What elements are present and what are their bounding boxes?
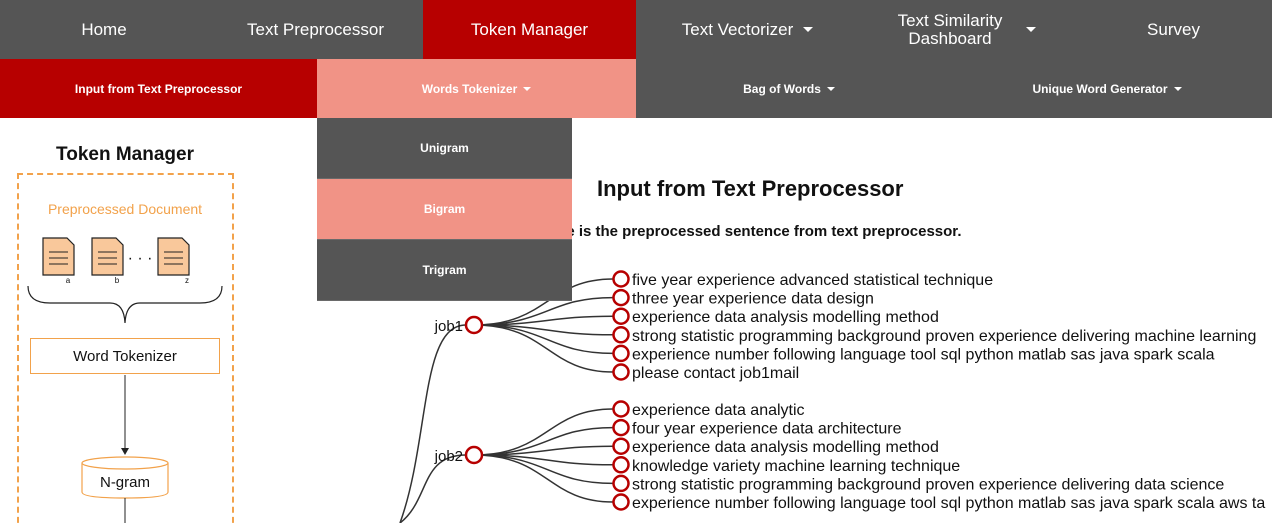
tree-leaf-node[interactable] [612,307,630,325]
tree-group-label: job1 [434,318,463,335]
tree-group-label: job2 [434,448,463,465]
tree-leaf-node[interactable] [612,344,630,363]
dropdown-item-bigram[interactable]: Bigram [317,179,572,240]
tree-leaf-node[interactable] [612,363,630,381]
tree-leaf-label: three year experience data design [632,291,874,308]
tree-leaf-node[interactable] [612,493,630,511]
tree-leaf-node[interactable] [612,456,630,474]
tree-root-link [399,324,467,523]
tree-leaf-label: strong statistic programming background … [632,476,1224,493]
tree-leaf-node[interactable] [612,400,630,418]
tree-leaf-node[interactable] [612,270,630,288]
tree-leaf-label: experience data analytic [632,402,805,419]
tree-links [399,278,614,523]
tree-leaf-link [473,324,614,373]
words-tokenizer-dropdown: Unigram Bigram Trigram [317,118,572,301]
tree-nodes: five year experience advanced statistica… [434,270,1265,512]
tree-group-node[interactable] [464,445,484,465]
dropdown-item-label: Unigram [420,141,469,155]
dropdown-item-label: Bigram [423,202,466,216]
tree-leaf-label: four year experience data architecture [632,421,902,438]
tree-leaf-label: experience number following language too… [632,346,1215,363]
tree-leaf-node[interactable] [612,418,630,437]
sentence-tree: five year experience advanced statistica… [399,270,1265,523]
tree-leaf-node[interactable] [612,326,630,344]
tree-leaf-label: strong statistic programming background … [632,328,1256,345]
tree-group-node[interactable] [464,315,484,335]
tree-leaf-label: knowledge variety machine learning techn… [632,458,960,475]
tree-leaf-node[interactable] [612,474,630,493]
tree-leaf-label: experience number following language too… [632,495,1265,512]
tree-leaf-node[interactable] [612,288,630,307]
dropdown-item-label: Trigram [422,263,467,277]
tree-leaf-label: five year experience advanced statistica… [632,272,993,289]
tree-leaf-label: experience data analysis modelling metho… [632,439,939,456]
dropdown-item-trigram[interactable]: Trigram [317,240,572,301]
tree-leaf-link [473,408,614,456]
dropdown-item-unigram[interactable]: Unigram [317,118,572,179]
tree-leaf-label: experience data analysis modelling metho… [632,309,939,326]
tree-leaf-label: please contact job1mail [632,365,799,382]
tree-leaf-node[interactable] [612,437,630,455]
tree-leaf-link [473,454,614,503]
